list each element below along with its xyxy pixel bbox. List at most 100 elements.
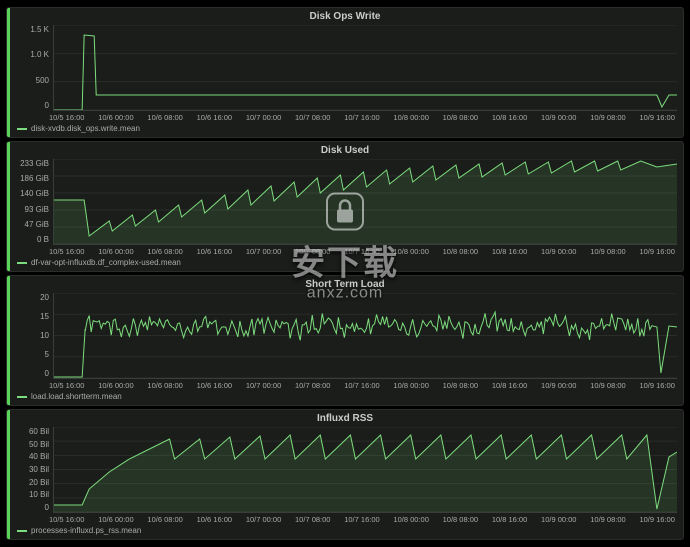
panel-accent [7,142,10,271]
y-tick-label: 0 [45,503,49,512]
x-tick-label: 10/6 16:00 [197,247,232,256]
y-tick-label: 0 B [37,235,49,244]
panel-title: Influxd RSS [7,410,683,425]
x-tick-label: 10/8 00:00 [393,381,428,390]
x-tick-label: 10/9 08:00 [590,113,625,122]
x-tick-label: 10/5 16:00 [49,515,84,524]
x-tick-label: 10/7 08:00 [295,247,330,256]
x-tick-label: 10/5 16:00 [49,381,84,390]
y-tick-label: 186 GiB [20,174,49,183]
panel-title: Short Term Load [7,276,683,291]
panel-title: Disk Used [7,142,683,157]
x-tick-label: 10/6 08:00 [147,381,182,390]
x-tick-label: 10/7 16:00 [344,381,379,390]
x-tick-label: 10/8 08:00 [443,381,478,390]
x-tick-label: 10/8 16:00 [492,247,527,256]
x-tick-label: 10/7 00:00 [246,381,281,390]
y-tick-label: 10 Bil [29,490,49,499]
x-tick-label: 10/8 16:00 [492,113,527,122]
x-tick-label: 10/8 16:00 [492,515,527,524]
x-tick-label: 10/9 00:00 [541,113,576,122]
x-tick-label: 10/8 08:00 [443,113,478,122]
legend-swatch [17,396,27,398]
y-tick-label: 233 GiB [20,159,49,168]
chart-plot[interactable] [53,25,677,111]
x-tick-label: 10/8 08:00 [443,247,478,256]
x-axis: 10/5 16:00 10/6 00:00 10/6 08:00 10/6 16:00… [7,111,683,122]
chart-plot[interactable] [53,293,677,379]
legend[interactable]: load.load.shortterm.mean [7,390,683,405]
y-tick-label: 30 Bil [29,465,49,474]
panel-disk-ops-write[interactable]: Disk Ops Write 1.5 K 1.0 K 500 0 10/5 16:00… [6,7,684,138]
y-axis: 60 Bil 50 Bil 40 Bil 30 Bil 20 Bil 10 Bil 0 [13,427,53,512]
panel-short-term-load[interactable]: Short Term Load 20 15 10 5 0 10/5 16:00 10/6 … [6,275,684,406]
y-tick-label: 1.5 K [30,25,49,34]
x-tick-label: 10/8 08:00 [443,515,478,524]
x-tick-label: 10/9 16:00 [639,247,674,256]
x-tick-label: 10/7 08:00 [295,515,330,524]
panel-accent [7,8,10,137]
y-tick-label: 0 [45,101,49,110]
y-tick-label: 140 GiB [20,189,49,198]
x-tick-label: 10/9 00:00 [541,247,576,256]
x-tick-label: 10/7 08:00 [295,113,330,122]
legend[interactable]: disk-xvdb.disk_ops.write.mean [7,122,683,137]
x-tick-label: 10/6 16:00 [197,381,232,390]
chart-plot[interactable] [53,427,677,513]
x-tick-label: 10/6 00:00 [98,381,133,390]
panel-accent [7,276,10,405]
x-tick-label: 10/8 00:00 [393,247,428,256]
x-tick-label: 10/6 16:00 [197,113,232,122]
y-axis: 233 GiB186 GiB140 GiB93 GiB47 GiB0 B [13,159,53,244]
panel-influxd-rss[interactable]: Influxd RSS 60 Bil 50 Bil 40 Bil 30 Bil 20 B… [6,409,684,540]
x-tick-label: 10/6 00:00 [98,113,133,122]
x-tick-label: 10/9 16:00 [639,515,674,524]
y-tick-label: 15 [40,312,49,321]
x-tick-label: 10/5 16:00 [49,113,84,122]
x-tick-label: 10/8 00:00 [393,515,428,524]
legend-swatch [17,262,27,264]
x-tick-label: 10/5 16:00 [49,247,84,256]
x-tick-label: 10/7 00:00 [246,113,281,122]
x-tick-label: 10/9 00:00 [541,381,576,390]
x-axis: 10/5 16:00 10/6 00:00 10/6 08:00 10/6 16:00… [7,513,683,524]
x-tick-label: 10/6 16:00 [197,515,232,524]
y-tick-label: 20 Bil [29,478,49,487]
panel-title: Disk Ops Write [7,8,683,23]
x-tick-label: 10/7 00:00 [246,247,281,256]
y-tick-label: 47 GiB [25,220,49,229]
y-tick-label: 50 Bil [29,440,49,449]
legend-label: disk-xvdb.disk_ops.write.mean [31,124,140,133]
x-axis: 10/5 16:00 10/6 00:00 10/6 08:00 10/6 16:00… [7,379,683,390]
x-tick-label: 10/6 08:00 [147,515,182,524]
y-tick-label: 0 [45,369,49,378]
x-tick-label: 10/6 00:00 [98,515,133,524]
panel-disk-used[interactable]: Disk Used 233 GiB186 GiB140 GiB93 GiB47 … [6,141,684,272]
x-tick-label: 10/9 08:00 [590,247,625,256]
x-tick-label: 10/8 00:00 [393,113,428,122]
y-axis: 1.5 K 1.0 K 500 0 [13,25,53,110]
x-tick-label: 10/7 08:00 [295,381,330,390]
x-axis: 10/5 16:00 10/6 00:00 10/6 08:00 10/6 16:00… [7,245,683,256]
x-tick-label: 10/8 16:00 [492,381,527,390]
panel-accent [7,410,10,539]
x-tick-label: 10/6 08:00 [147,247,182,256]
legend-label: load.load.shortterm.mean [31,392,122,401]
y-tick-label: 500 [36,76,49,85]
y-tick-label: 1.0 K [30,50,49,59]
legend-swatch [17,128,27,130]
x-tick-label: 10/6 00:00 [98,247,133,256]
x-tick-label: 10/7 16:00 [344,113,379,122]
y-tick-label: 5 [45,350,49,359]
y-tick-label: 40 Bil [29,452,49,461]
legend[interactable]: df-var-opt-influxdb.df_complex-used.mean [7,256,683,271]
y-tick-label: 10 [40,331,49,340]
x-tick-label: 10/7 00:00 [246,515,281,524]
x-tick-label: 10/6 08:00 [147,113,182,122]
y-tick-label: 20 [40,293,49,302]
x-tick-label: 10/9 16:00 [639,113,674,122]
y-tick-label: 60 Bil [29,427,49,436]
legend[interactable]: processes-influxd.ps_rss.mean [7,524,683,539]
chart-plot[interactable] [53,159,677,245]
y-axis: 20 15 10 5 0 [13,293,53,378]
